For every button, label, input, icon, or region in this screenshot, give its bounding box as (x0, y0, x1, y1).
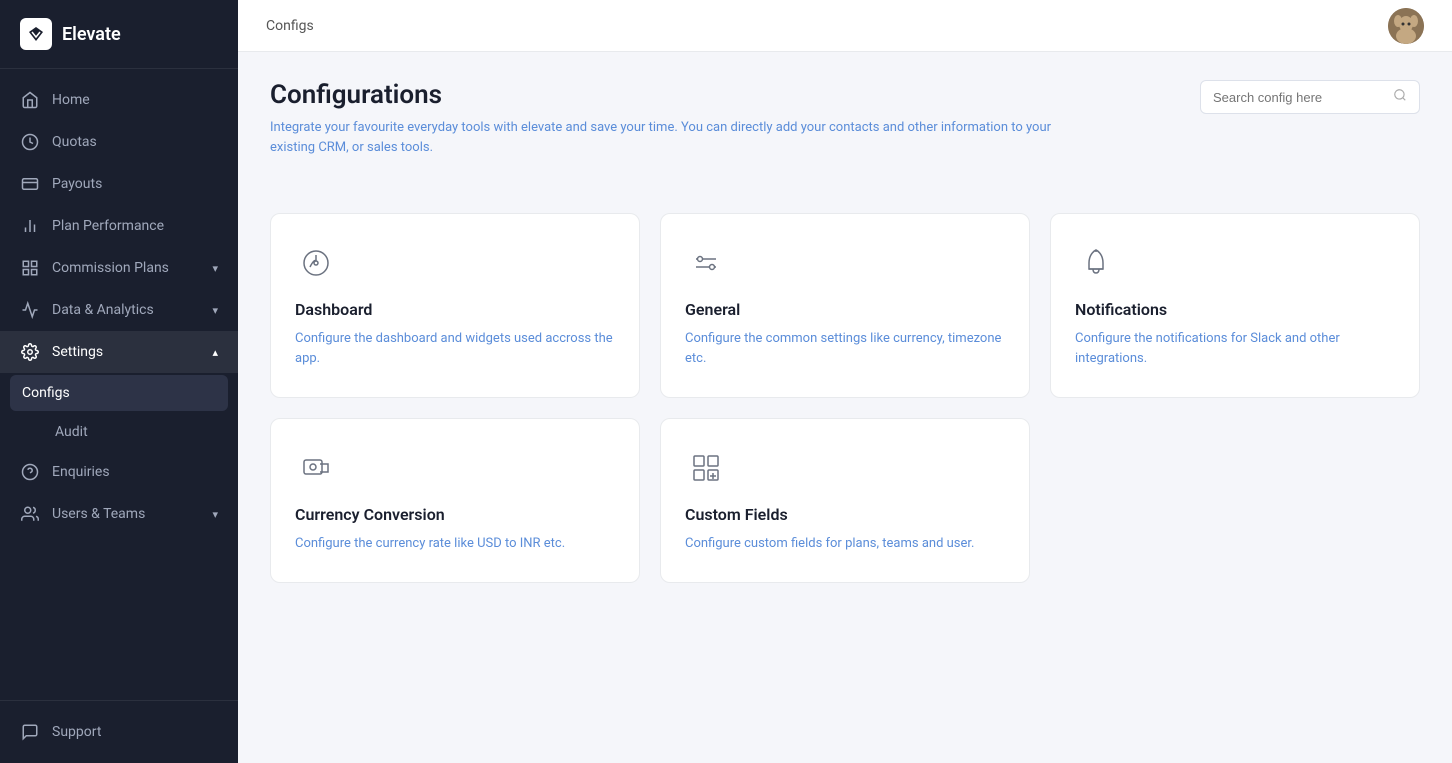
currency-icon (295, 447, 337, 489)
sidebar-item-label: Data & Analytics (52, 302, 154, 318)
sidebar-item-label: Commission Plans (52, 260, 169, 276)
sidebar-item-plan-performance[interactable]: Plan Performance (0, 205, 238, 247)
chevron-up-icon: ▴ (212, 346, 218, 359)
page-title: Configurations (270, 80, 1070, 110)
chevron-down-icon: ▾ (212, 508, 218, 521)
sidebar-item-support[interactable]: Support (0, 711, 238, 753)
config-card-notifications[interactable]: Notifications Configure the notification… (1050, 213, 1420, 398)
sidebar-item-label: Quotas (52, 134, 97, 150)
search-input[interactable] (1213, 90, 1385, 105)
sidebar-item-settings[interactable]: Settings ▴ (0, 331, 238, 373)
quotas-icon (20, 132, 40, 152)
config-card-custom-fields[interactable]: Custom Fields Configure custom fields fo… (660, 418, 1030, 583)
sidebar-item-users-teams[interactable]: Users & Teams ▾ (0, 493, 238, 535)
search-box[interactable] (1200, 80, 1420, 114)
breadcrumb: Configs (266, 18, 314, 34)
content-area: Configurations Integrate your favourite … (238, 52, 1452, 763)
sidebar-item-home[interactable]: Home (0, 79, 238, 121)
sidebar-item-data-analytics[interactable]: Data & Analytics ▾ (0, 289, 238, 331)
logo-area[interactable]: Elevate (0, 0, 238, 69)
chevron-down-icon: ▾ (212, 262, 218, 275)
card-description: Configure the common settings like curre… (685, 329, 1005, 369)
main-area: Configs Configurations Integrate y (238, 0, 1452, 763)
sidebar-item-payouts[interactable]: Payouts (0, 163, 238, 205)
sidebar-item-label: Configs (22, 385, 70, 401)
cards-row-1: Dashboard Configure the dashboard and wi… (270, 213, 1420, 398)
config-card-general[interactable]: General Configure the common settings li… (660, 213, 1030, 398)
sidebar-item-label: Users & Teams (52, 506, 145, 522)
topbar-right (1388, 8, 1424, 44)
sidebar-item-audit[interactable]: Audit (0, 413, 238, 451)
dashboard-icon (295, 242, 337, 284)
support-icon (20, 722, 40, 742)
page-title-area: Configurations Integrate your favourite … (270, 80, 1070, 185)
card-title: Currency Conversion (295, 505, 615, 524)
sidebar-item-quotas[interactable]: Quotas (0, 121, 238, 163)
sidebar-item-commission-plans[interactable]: Commission Plans ▾ (0, 247, 238, 289)
chart-icon (20, 216, 40, 236)
card-title: Custom Fields (685, 505, 1005, 524)
sidebar-bottom: Support (0, 700, 238, 763)
sidebar-item-configs[interactable]: Configs (10, 375, 228, 411)
users-icon (20, 504, 40, 524)
cards-row-2: Currency Conversion Configure the curren… (270, 418, 1420, 583)
card-title: Dashboard (295, 300, 615, 319)
custom-fields-icon (685, 447, 727, 489)
app-name: Elevate (62, 24, 121, 45)
search-icon (1393, 88, 1407, 106)
sidebar-item-label: Payouts (52, 176, 102, 192)
card-title: Notifications (1075, 300, 1395, 319)
sidebar-item-label: Support (52, 724, 101, 740)
topbar: Configs (238, 0, 1452, 52)
payouts-icon (20, 174, 40, 194)
enquiries-icon (20, 462, 40, 482)
config-card-currency[interactable]: Currency Conversion Configure the curren… (270, 418, 640, 583)
content-header: Configurations Integrate your favourite … (270, 80, 1420, 185)
card-description: Configure the currency rate like USD to … (295, 534, 615, 554)
sidebar: Elevate Home Quotas Payouts (0, 0, 238, 763)
sidebar-item-label: Plan Performance (52, 218, 164, 234)
home-icon (20, 90, 40, 110)
settings-icon (20, 342, 40, 362)
sidebar-item-label: Audit (55, 424, 88, 440)
commission-icon (20, 258, 40, 278)
general-icon (685, 242, 727, 284)
sidebar-item-label: Settings (52, 344, 103, 360)
card-title: General (685, 300, 1005, 319)
card-description: Configure custom fields for plans, teams… (685, 534, 1005, 554)
chevron-down-icon: ▾ (212, 304, 218, 317)
sidebar-item-label: Home (52, 92, 90, 108)
avatar[interactable] (1388, 8, 1424, 44)
logo-icon (20, 18, 52, 50)
analytics-icon (20, 300, 40, 320)
sidebar-item-label: Enquiries (52, 464, 110, 480)
card-description: Configure the dashboard and widgets used… (295, 329, 615, 369)
page-subtitle: Integrate your favourite everyday tools … (270, 118, 1070, 157)
card-description: Configure the notifications for Slack an… (1075, 329, 1395, 369)
config-card-dashboard[interactable]: Dashboard Configure the dashboard and wi… (270, 213, 640, 398)
sidebar-nav: Home Quotas Payouts Plan Performance (0, 69, 238, 700)
sidebar-item-enquiries[interactable]: Enquiries (0, 451, 238, 493)
notifications-icon (1075, 242, 1117, 284)
